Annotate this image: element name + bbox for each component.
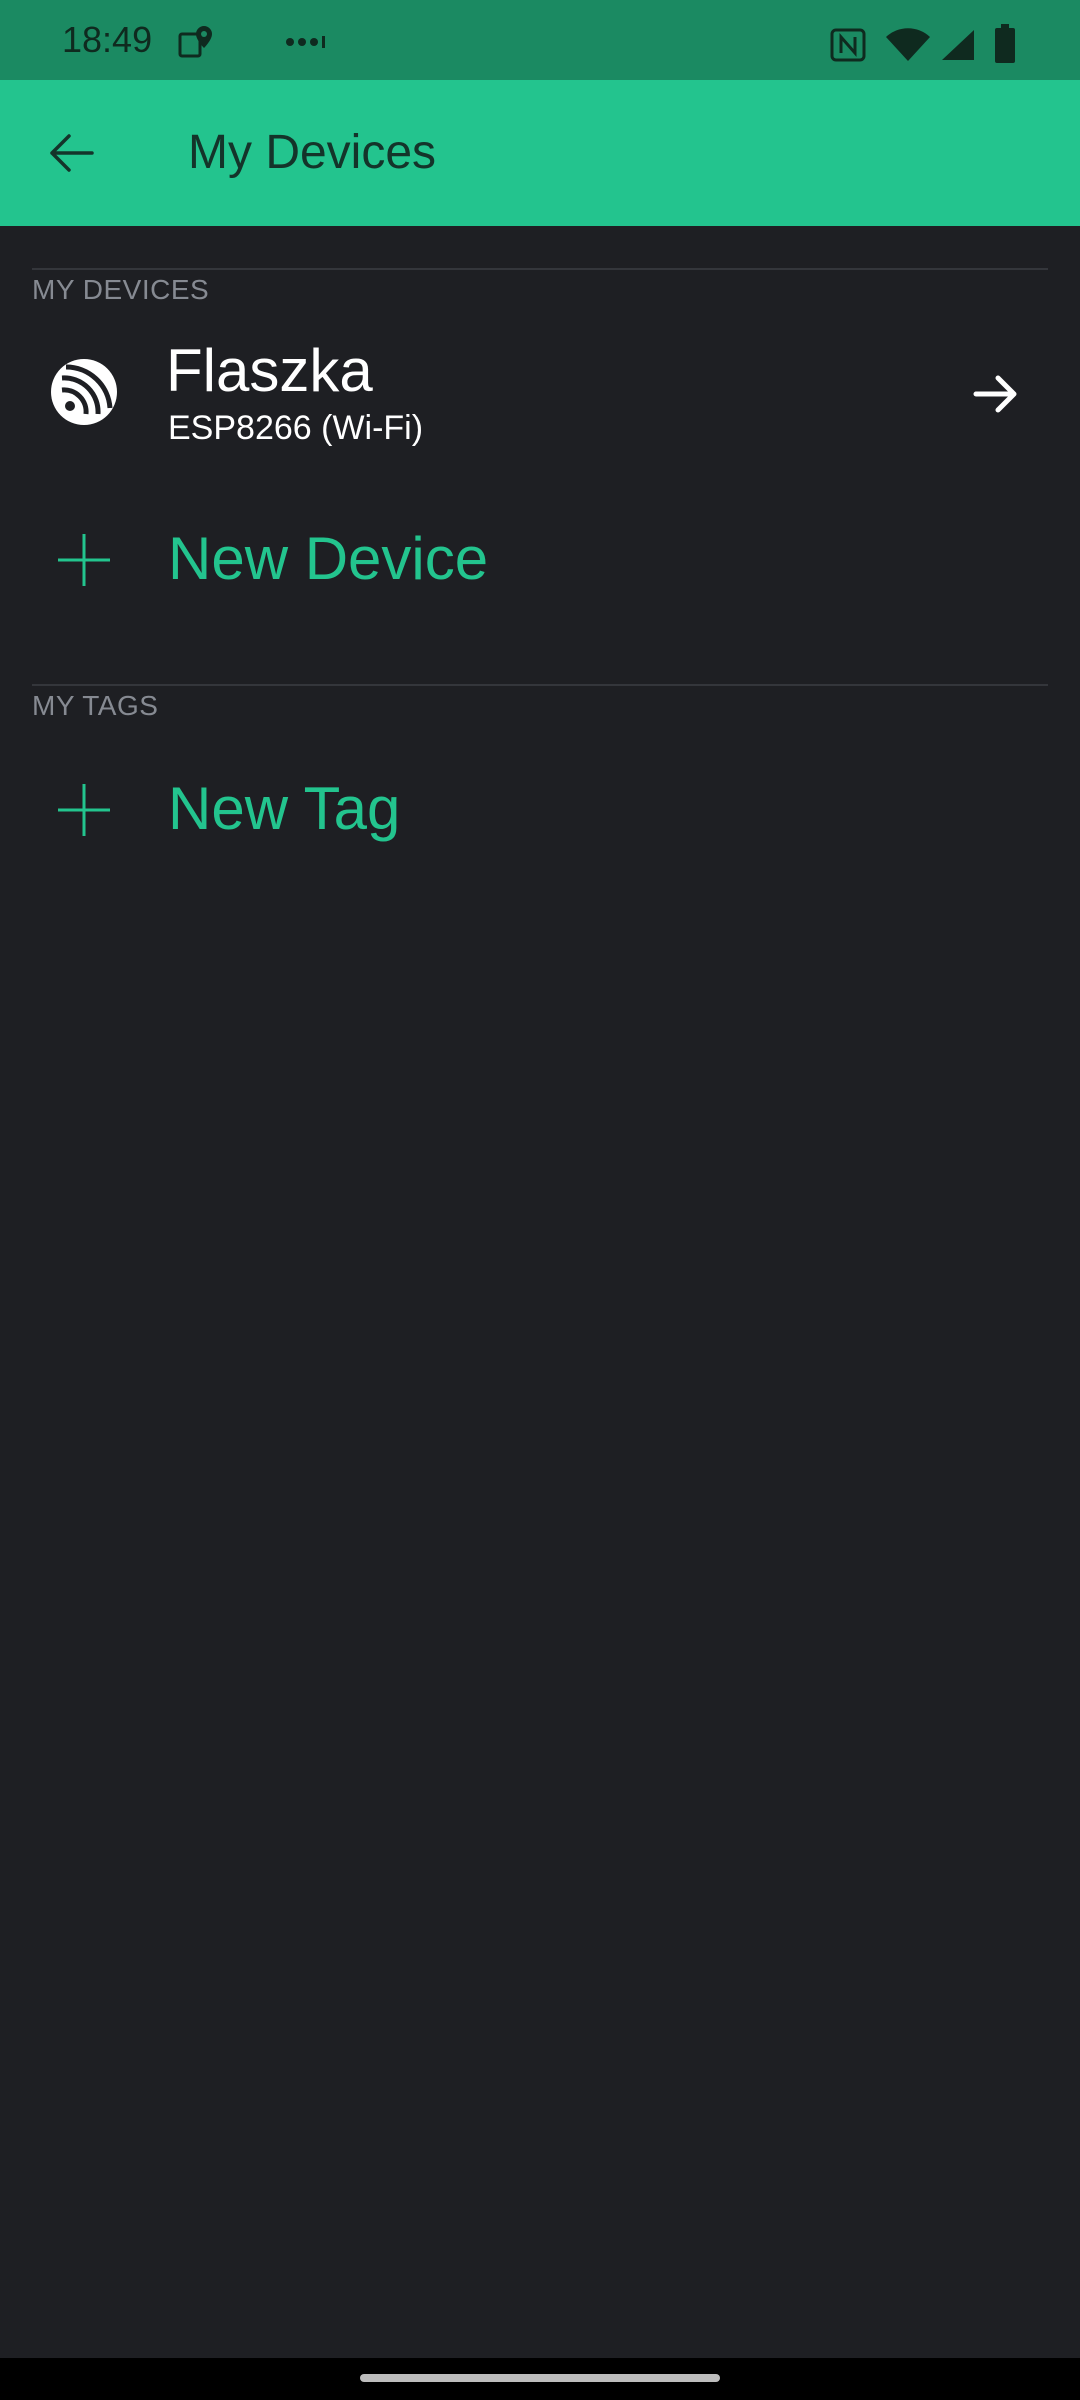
device-type: ESP8266 (Wi-Fi) [168,409,424,447]
device-row-flaszka[interactable]: Flaszka ESP8266 (Wi-Fi) [0,320,1080,470]
new-tag-label: New Tag [168,775,401,842]
maps-notification-icon [178,24,214,65]
arrow-right-icon[interactable] [968,366,1024,422]
section-divider [32,684,1048,686]
plus-icon [56,532,112,588]
more-notifications-icon [284,34,328,55]
app-bar: My Devices [0,80,1080,226]
section-header-devices: MY DEVICES [32,274,210,305]
status-bar: 18:49 [0,0,1080,80]
navigation-bar [0,2358,1080,2400]
nfc-icon [830,28,866,67]
wifi-icon [884,28,932,67]
device-name: Flaszka [166,337,373,404]
espressif-icon [48,356,120,428]
page-title: My Devices [188,126,437,179]
screen: 18:49 My Devices MY DEVICES Flaszka ESP8… [0,0,1080,2400]
status-time: 18:49 [62,19,153,60]
plus-icon [56,782,112,838]
section-divider [32,268,1048,270]
cellular-signal-icon [940,28,976,67]
new-device-button[interactable]: New Device [0,500,1080,620]
back-button[interactable] [40,120,106,186]
new-device-label: New Device [168,525,489,592]
back-arrow-icon [40,134,106,190]
new-tag-button[interactable]: New Tag [0,750,1080,870]
battery-icon [994,24,1016,69]
home-indicator[interactable] [360,2374,720,2382]
section-header-tags: MY TAGS [32,690,159,721]
